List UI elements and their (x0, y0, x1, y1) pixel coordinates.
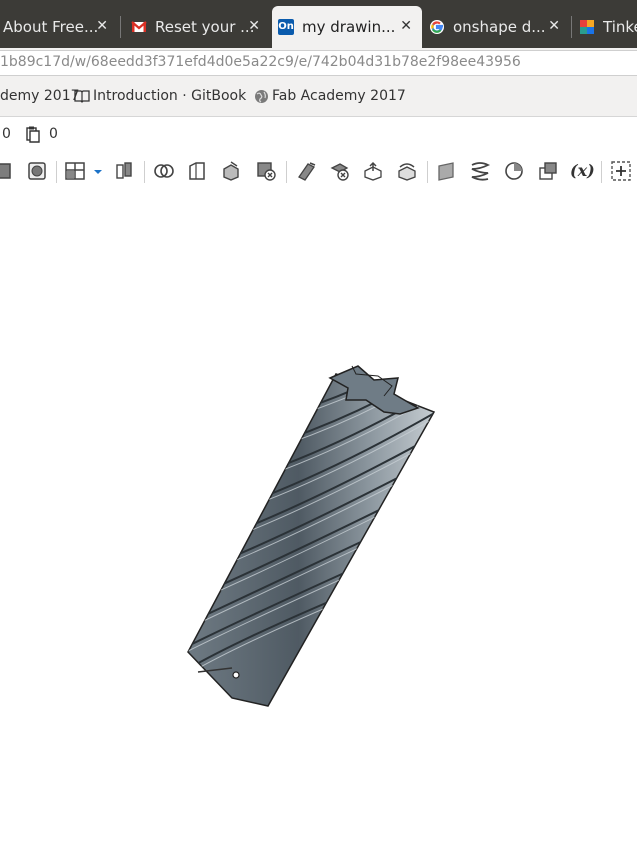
book-icon (74, 90, 90, 103)
mirror-icon[interactable] (113, 160, 135, 182)
bookmark-fab-academy-partial[interactable]: demy 2017 (0, 88, 80, 104)
tab-my-drawing[interactable]: On my drawin... ✕ (272, 6, 422, 48)
bookmark-label: Introduction · GitBook (93, 88, 247, 104)
delete-face-icon[interactable] (329, 160, 351, 182)
close-icon[interactable]: ✕ (248, 18, 260, 34)
address-bar[interactable]: 1b89c17d/w/68eedd3f371efd4d0e5a22c9/e/74… (0, 50, 637, 76)
tab-title: onshape d... (453, 18, 546, 36)
tab-onshape-d[interactable]: onshape d... ✕ (422, 6, 570, 48)
bookmarks-bar: demy 2017 Introduction · GitBook Fab Aca… (0, 76, 637, 117)
tab-reset-your[interactable]: Reset your ... ✕ (122, 6, 270, 48)
tab-tinkercad[interactable]: Tinke (573, 6, 637, 48)
box-icon[interactable] (0, 160, 14, 182)
dropdown-arrow-icon[interactable] (90, 160, 106, 182)
variable-icon[interactable]: (x) (570, 160, 596, 182)
plane-icon[interactable] (436, 160, 458, 182)
bookmark-fab-academy-2017[interactable]: Fab Academy 2017 (254, 88, 406, 104)
draft-icon[interactable] (220, 160, 242, 182)
boolean-icon[interactable] (153, 160, 175, 182)
close-icon[interactable]: ✕ (400, 18, 412, 34)
close-icon[interactable]: ✕ (96, 18, 108, 34)
tab-title: Reset your ... (155, 18, 255, 36)
count-value-1: 0 (2, 126, 11, 142)
tab-about-free[interactable]: About Free... ✕ (0, 6, 118, 48)
bookmark-label: demy 2017 (0, 88, 80, 104)
tab-title: Tinke (603, 18, 637, 36)
tinkercad-icon (580, 20, 594, 34)
3d-viewport[interactable] (0, 190, 637, 837)
document-count-bar: 0 0 (0, 117, 637, 153)
add-feature-icon[interactable] (610, 160, 632, 182)
tab-bar: About Free... ✕ Reset your ... ✕ On my d… (0, 0, 637, 48)
google-icon (430, 20, 444, 34)
move-face-icon[interactable] (362, 160, 384, 182)
twisted-extrusion-model[interactable] (0, 190, 637, 837)
split-icon[interactable] (255, 160, 277, 182)
feature-toolbar: (x) (0, 153, 637, 189)
tab-title: About Free... (3, 18, 99, 36)
gmail-icon (131, 21, 147, 32)
chamfer-icon[interactable] (186, 160, 208, 182)
revolve-icon[interactable] (503, 160, 525, 182)
pattern-icon[interactable] (537, 160, 559, 182)
count-value-2: 0 (49, 126, 58, 142)
shell-icon[interactable] (26, 160, 48, 182)
tab-title: my drawin... (302, 18, 396, 36)
bookmark-label: Fab Academy 2017 (272, 88, 406, 104)
onshape-icon: On (278, 19, 294, 35)
view-layout-icon[interactable] (64, 160, 86, 182)
clipboard-icon[interactable] (24, 125, 42, 143)
replace-face-icon[interactable] (396, 160, 418, 182)
helix-icon[interactable] (469, 160, 491, 182)
globe-icon (255, 89, 268, 103)
bookmark-introduction-gitbook[interactable]: Introduction · GitBook (74, 88, 246, 104)
transform-icon[interactable] (296, 160, 318, 182)
close-icon[interactable]: ✕ (548, 18, 560, 34)
